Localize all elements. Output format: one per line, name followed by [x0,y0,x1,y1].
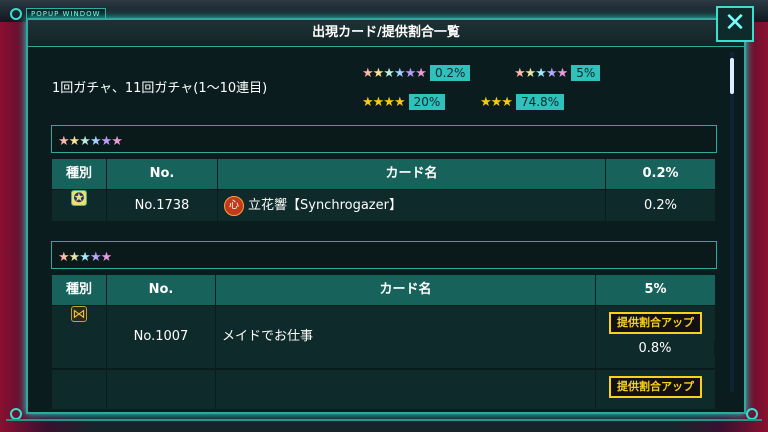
col-card-name: カード名 [216,275,596,305]
heart-icon: 心 [224,195,244,216]
three-star-icon: ★★★ [480,94,513,110]
table-row[interactable]: ✪ No.1738 心立花響【Synchrogazer】 0.2% [52,190,716,221]
gacha-rate-popup: 出現カード/提供割合一覧 1回ガチャ、11回ガチャ(1〜10連目) ★★★★★★… [26,6,754,414]
rate-up-badge: 提供割合アップ [609,376,702,398]
card-rate: 0.2% [606,190,716,221]
close-icon: ✕ [724,8,746,38]
card-no: No.1007 [107,306,216,368]
table-header: 種別 No. カード名 0.2% [52,159,716,189]
claw-emblem-icon: ⋈ [71,306,87,322]
card-rate-cell: 提供割合アップ [596,370,716,409]
card-name: メイドでお仕事 [216,306,596,368]
rate-value: 5% [571,65,601,81]
scrollbar-thumb[interactable] [730,58,734,94]
col-type: 種別 [52,159,107,189]
table-row[interactable]: ⋈ No.1007 メイドでお仕事 提供割合アップ 0.8% [52,306,716,368]
five-star-icon: ★★★★★ [514,65,568,81]
rate-5star: ★★★★★ 5% [514,63,601,83]
gacha-type-label: 1回ガチャ、11回ガチャ(1〜10連目) [52,81,268,96]
star-emblem-icon: ✪ [71,190,87,206]
rarity-header-6star: ★★★★★★ [51,125,717,153]
six-star-icon: ★★★★★★ [58,134,123,149]
card-no: No.1738 [107,190,218,221]
six-star-icon: ★★★★★★ [362,65,427,81]
four-star-icon: ★★★★ [362,94,406,110]
scrollbar-track[interactable] [730,52,734,392]
close-button[interactable]: ✕ [716,6,754,42]
rarity-header-5star: ★★★★★ [51,241,717,269]
card-name: 立花響【Synchrogazer】 [248,198,402,213]
card-rate-cell: 提供割合アップ 0.8% [596,306,716,368]
col-type: 種別 [52,275,107,305]
table-row[interactable]: 提供割合アップ [52,370,716,409]
col-no: No. [107,275,216,305]
popup-title: 出現カード/提供割合一覧 [28,20,744,47]
card-name-cell: 心立花響【Synchrogazer】 [218,190,606,221]
five-star-icon: ★★★★★ [58,250,112,265]
rate-up-badge: 提供割合アップ [609,312,702,334]
rate-value: 74.8% [515,94,565,110]
col-no: No. [107,159,218,189]
rate-value: 20% [408,94,446,110]
rate-4star: ★★★★ 20% [362,92,446,112]
card-rate: 0.8% [596,341,715,356]
col-rate: 5% [596,275,716,305]
popup-content[interactable]: 1回ガチャ、11回ガチャ(1〜10連目) ★★★★★★ 0.2% ★★★★★ 5… [28,47,728,409]
rate-6star: ★★★★★★ 0.2% [362,63,471,83]
col-card-name: カード名 [218,159,606,189]
rate-3star: ★★★ 74.8% [480,92,565,112]
rate-value: 0.2% [429,65,471,81]
col-rate: 0.2% [606,159,716,189]
table-header: 種別 No. カード名 5% [52,275,716,305]
